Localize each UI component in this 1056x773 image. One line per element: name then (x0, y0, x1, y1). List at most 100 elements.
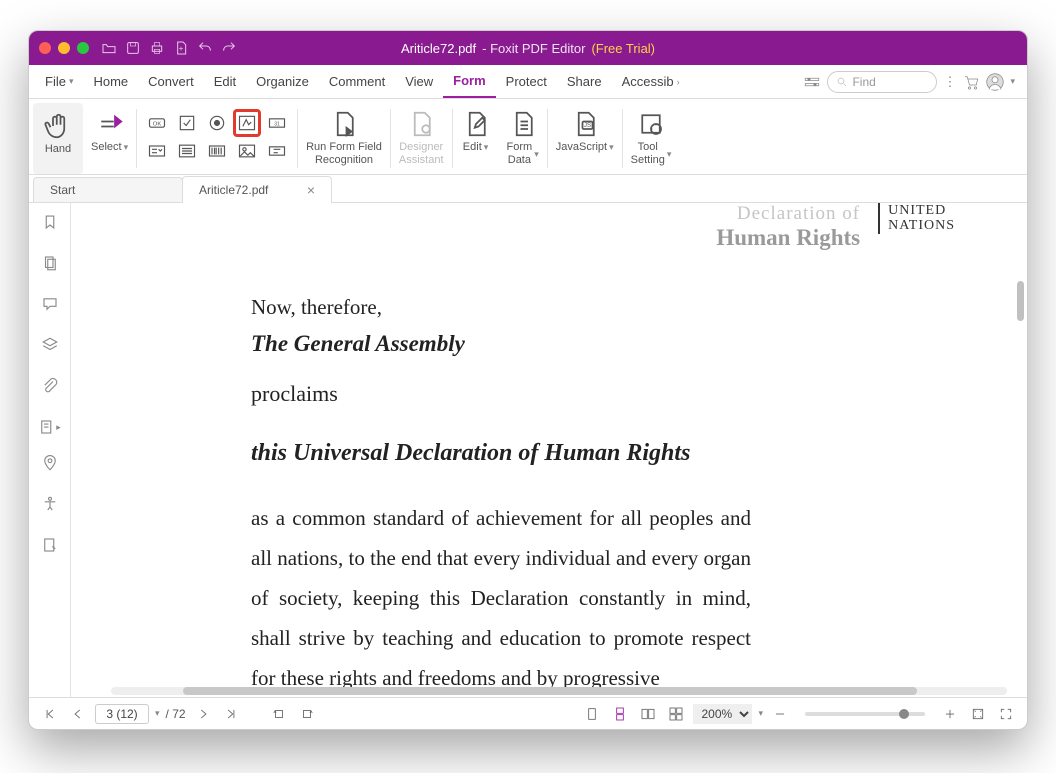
doc-line-now-therefore: Now, therefore, (251, 293, 751, 322)
tool-javascript[interactable]: JS JavaScript ▾ (548, 103, 622, 174)
tool-hand-label: Hand (45, 143, 71, 156)
menu-share[interactable]: Share (557, 65, 612, 98)
search-placeholder: Find (852, 75, 875, 89)
redo-icon[interactable] (221, 40, 237, 56)
tool-designer-assistant: Designer Assistant (391, 103, 452, 174)
menu-convert[interactable]: Convert (138, 65, 204, 98)
horizontal-scrollbar-thumb[interactable] (183, 687, 918, 695)
document-viewport[interactable]: Declaration of Human Rights UNITEDNATION… (71, 203, 1027, 697)
window-close-button[interactable] (39, 42, 51, 54)
last-page-button[interactable] (220, 703, 242, 725)
sidebar-tags[interactable] (41, 536, 59, 559)
menu-protect[interactable]: Protect (496, 65, 557, 98)
print-icon[interactable] (149, 40, 165, 56)
menu-comment[interactable]: Comment (319, 65, 395, 98)
horizontal-scrollbar-track[interactable] (111, 687, 1007, 695)
tool-setting-icon (636, 109, 666, 139)
tab-close-button[interactable]: × (307, 182, 315, 198)
menu-form[interactable]: Form (443, 65, 496, 98)
tab-start[interactable]: Start (33, 177, 183, 202)
sidebar-pages[interactable] (41, 254, 59, 277)
sidebar-attachments[interactable] (41, 377, 59, 400)
zoom-select[interactable]: 200% (693, 704, 752, 724)
sidebar-comments[interactable] (41, 295, 59, 318)
tool-hand[interactable]: Hand (33, 103, 83, 174)
form-radio[interactable] (205, 111, 229, 135)
sidebar-accessibility[interactable] (41, 495, 59, 518)
view-single-page[interactable] (581, 703, 603, 725)
undo-icon[interactable] (197, 40, 213, 56)
designer-assistant-label: Designer Assistant (399, 141, 444, 167)
new-doc-icon[interactable] (173, 40, 189, 56)
tool-run-form-recognition[interactable]: Run Form Field Recognition (298, 103, 390, 174)
menu-edit[interactable]: Edit (204, 65, 246, 98)
menu-accessibility[interactable]: Accessib› (612, 65, 690, 98)
vertical-scrollbar[interactable] (1017, 281, 1024, 321)
save-icon[interactable] (125, 40, 141, 56)
tool-select[interactable]: Select▾ (83, 103, 136, 174)
app-window: Ariticle72.pdf - Foxit PDF Editor (Free … (28, 30, 1028, 730)
form-checkbox[interactable] (175, 111, 199, 135)
form-image-field[interactable] (235, 139, 259, 163)
zoom-out-button[interactable] (769, 703, 791, 725)
location-icon (41, 454, 59, 472)
form-text-field[interactable] (265, 139, 289, 163)
form-list-box[interactable] (175, 139, 199, 163)
menu-home[interactable]: Home (83, 65, 138, 98)
form-barcode[interactable] (205, 139, 229, 163)
sidebar-fields[interactable]: ▸ (38, 418, 61, 436)
form-date-field[interactable]: 31 (265, 111, 289, 135)
view-facing[interactable] (637, 703, 659, 725)
window-minimize-button[interactable] (58, 42, 70, 54)
doc-header-line2: Human Rights (716, 225, 860, 251)
search-input[interactable]: Find (827, 71, 937, 93)
page-number-input[interactable] (95, 704, 149, 724)
menu-file[interactable]: File▾ (35, 65, 83, 98)
tab-document[interactable]: Ariticle72.pdf × (182, 176, 332, 203)
zoom-slider[interactable] (805, 712, 925, 716)
svg-text:JS: JS (584, 122, 591, 129)
menu-organize[interactable]: Organize (246, 65, 319, 98)
more-icon[interactable]: ⋮ (943, 74, 956, 90)
user-icon[interactable] (986, 73, 1004, 91)
zoom-slider-knob[interactable] (899, 709, 909, 719)
page-dropdown[interactable]: ▾ (155, 708, 160, 719)
page-content: Declaration of Human Rights UNITEDNATION… (71, 203, 1015, 685)
javascript-icon: JS (570, 109, 600, 139)
first-page-button[interactable] (39, 703, 61, 725)
tab-document-label: Ariticle72.pdf (199, 183, 268, 197)
sidebar-destinations[interactable] (41, 454, 59, 477)
comment-icon (41, 295, 59, 313)
prev-page-button[interactable] (67, 703, 89, 725)
sidebar-layers[interactable] (41, 336, 59, 359)
cart-icon[interactable] (962, 73, 980, 91)
window-maximize-button[interactable] (77, 42, 89, 54)
menu-view[interactable]: View (395, 65, 443, 98)
pages-icon (41, 254, 59, 272)
total-pages: 72 (172, 707, 185, 721)
rotate-cw-button[interactable] (296, 703, 318, 725)
next-page-button[interactable] (192, 703, 214, 725)
open-icon[interactable] (101, 40, 117, 56)
form-data-icon (508, 109, 538, 139)
tool-form-data[interactable]: Form Data▾ (499, 103, 547, 174)
menubar: File▾ Home Convert Edit Organize Comment… (29, 65, 1027, 99)
accessibility-icon (41, 495, 59, 513)
fit-page-button[interactable] (967, 703, 989, 725)
doc-line-general-assembly: The General Assembly (251, 328, 751, 360)
sidebar-bookmarks[interactable] (41, 213, 59, 236)
view-continuous[interactable] (609, 703, 631, 725)
form-combo-box[interactable] (145, 139, 169, 163)
zoom-in-button[interactable] (939, 703, 961, 725)
view-continuous-facing[interactable] (665, 703, 687, 725)
form-signature-field[interactable] (235, 111, 259, 135)
tool-edit[interactable]: Edit ▾ (453, 103, 499, 174)
run-form-label: Run Form Field Recognition (306, 141, 382, 167)
fullscreen-button[interactable] (995, 703, 1017, 725)
tool-tool-setting[interactable]: Tool Setting ▾ (623, 103, 680, 174)
quick-tool-icon[interactable] (803, 73, 821, 91)
layers-icon (41, 336, 59, 354)
form-push-button[interactable]: OK (145, 111, 169, 135)
rotate-ccw-button[interactable] (268, 703, 290, 725)
user-menu-chevron[interactable]: ▾ (1010, 76, 1015, 87)
